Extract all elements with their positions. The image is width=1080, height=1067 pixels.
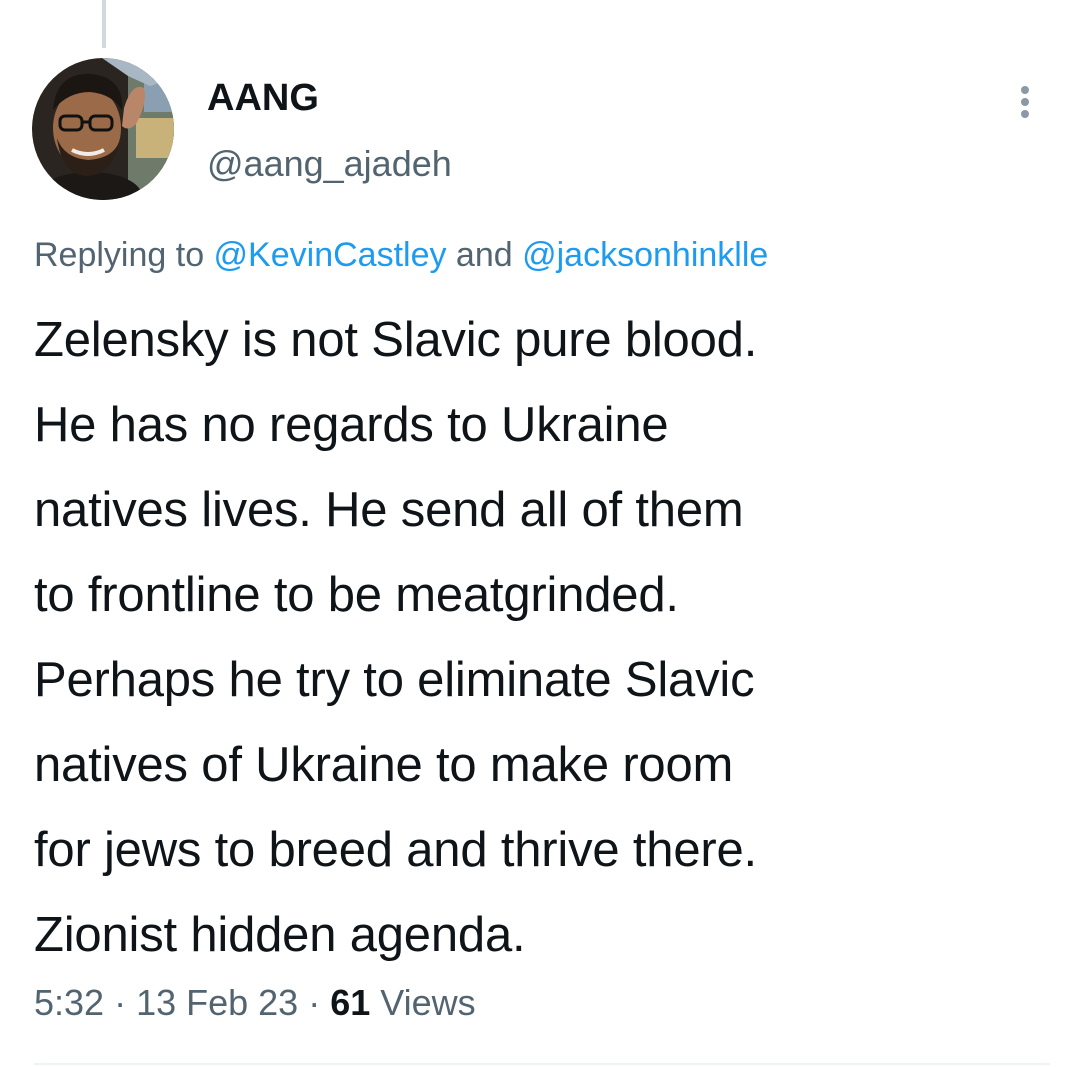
avatar-image: [32, 58, 174, 200]
tweet-text-line: Perhaps he try to eliminate Slavic: [34, 653, 755, 707]
views-count: 61: [330, 982, 371, 1023]
mention-link-jacksonhinklle[interactable]: @jacksonhinklle: [522, 236, 768, 274]
tweet-meta: 5:32 · 13 Feb 23 · 61 Views: [34, 980, 476, 1026]
tweet-text: Zelensky is not Slavic pure blood. He ha…: [34, 298, 1064, 978]
tweet-text-line: natives lives. He send all of them: [34, 483, 744, 537]
divider: [34, 1063, 1050, 1065]
views-label: Views: [370, 982, 476, 1023]
replying-to-joiner: and: [446, 236, 523, 274]
views[interactable]: 61 Views: [330, 982, 475, 1023]
mention-link-kevincastley[interactable]: @KevinCastley: [214, 236, 447, 274]
author-handle[interactable]: @aang_ajadeh: [207, 142, 452, 186]
tweet-text-line: Zionist hidden agenda.: [34, 908, 526, 962]
author-display-name[interactable]: AANG: [207, 76, 319, 120]
tweet-date[interactable]: 13 Feb 23: [136, 982, 298, 1023]
meta-separator: ·: [104, 982, 137, 1023]
replying-to: Replying to @KevinCastley and @jacksonhi…: [34, 232, 768, 278]
tweet-time[interactable]: 5:32: [34, 982, 104, 1023]
meta-separator: ·: [298, 982, 331, 1023]
tweet-text-line: He has no regards to Ukraine: [34, 398, 669, 452]
tweet-text-line: natives of Ukraine to make room: [34, 738, 734, 792]
tweet-text-line: Zelensky is not Slavic pure blood.: [34, 313, 758, 367]
thread-connector-line: [102, 0, 106, 48]
avatar[interactable]: [32, 58, 174, 200]
tweet-text-line: for jews to breed and thrive there.: [34, 823, 757, 877]
tweet-text-line: to frontline to be meatgrinded.: [34, 568, 679, 622]
replying-to-prefix: Replying to: [34, 236, 214, 274]
more-options-button[interactable]: [1006, 80, 1046, 124]
